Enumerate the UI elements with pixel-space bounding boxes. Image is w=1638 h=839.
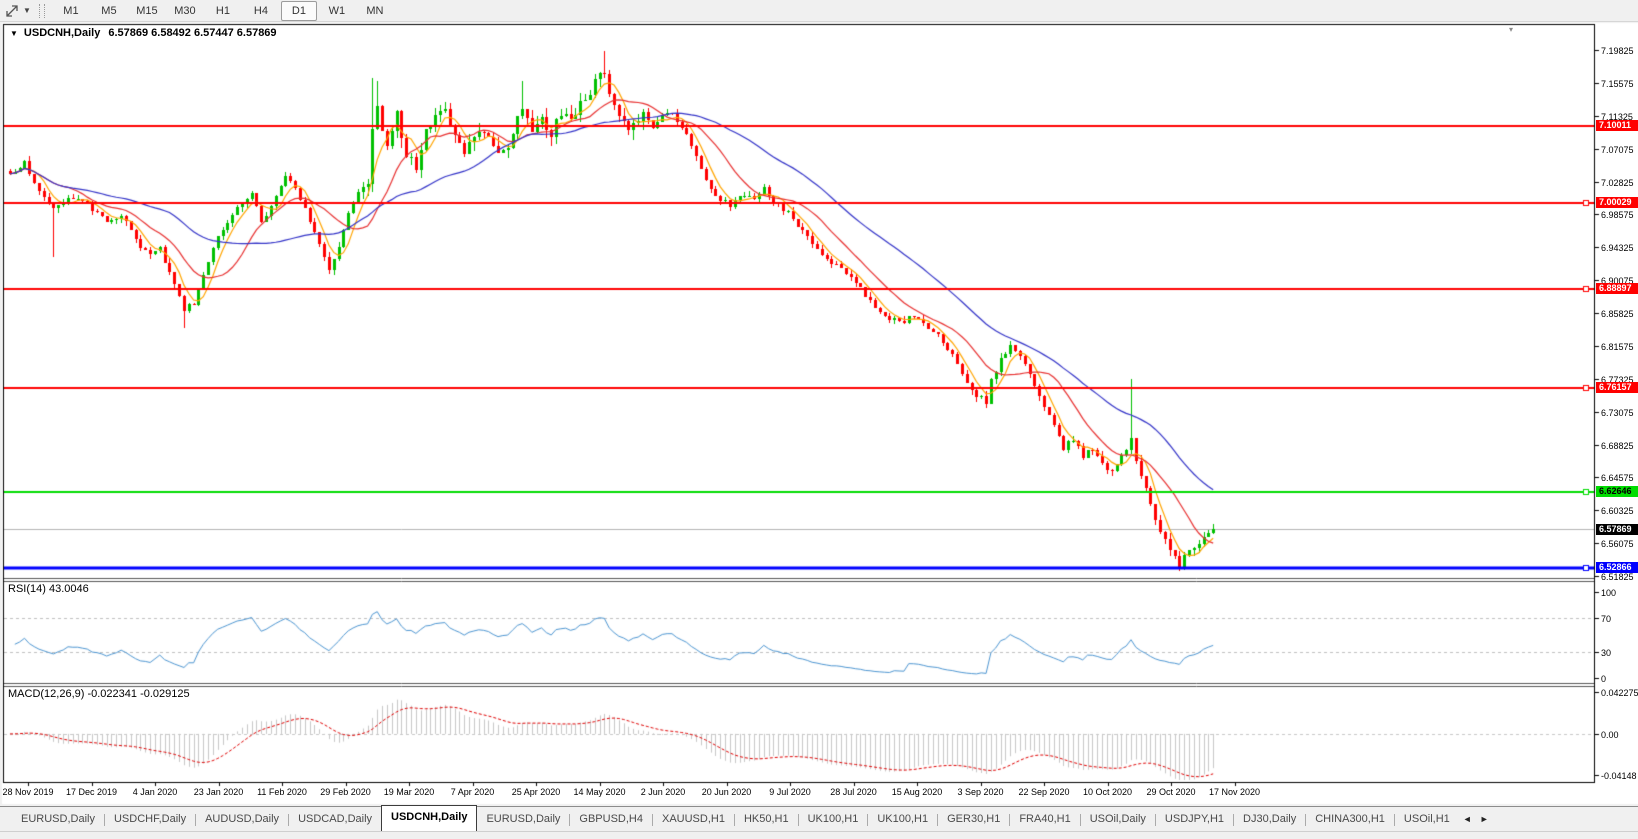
chart-tab-CHINA300-H1[interactable]: CHINA300,H1 xyxy=(1306,809,1394,831)
chart-symbol-label: USDCNH,Daily xyxy=(24,27,100,39)
chart-tab-EURUSD-Daily[interactable]: EURUSD,Daily xyxy=(12,809,104,831)
hline-price-tag-7.10011[interactable]: 7.10011 xyxy=(1596,120,1638,131)
chart-ohlc-values: 6.57869 6.58492 6.57447 6.57869 xyxy=(108,27,276,39)
tab-scroll-right-icon[interactable]: ► xyxy=(1476,809,1493,831)
rsi-axis-label: 30 xyxy=(1601,648,1611,658)
chart-tab-HK50-H1[interactable]: HK50,H1 xyxy=(735,809,798,831)
macd-axis-label: 0.042275 xyxy=(1601,688,1638,698)
price-axis-label: 6.98575 xyxy=(1601,210,1634,220)
timeframe-button-D1[interactable]: D1 xyxy=(281,1,317,21)
rsi-indicator-label: RSI(14) 43.0046 xyxy=(8,583,89,595)
chart-tab-USDCNH-Daily[interactable]: USDCNH,Daily xyxy=(381,805,477,831)
chart-tab-UK100-H1[interactable]: UK100,H1 xyxy=(799,809,868,831)
timeframe-button-M5[interactable]: M5 xyxy=(91,1,127,21)
macd-axis-label: -0.04148 xyxy=(1601,771,1637,781)
chart-tab-bar: EURUSD,DailyUSDCHF,DailyAUDUSD,DailyUSDC… xyxy=(0,806,1638,831)
hline-price-tag-6.52866[interactable]: 6.52866 xyxy=(1596,562,1638,573)
timeframe-button-M30[interactable]: M30 xyxy=(167,1,203,21)
price-axis-label: 6.94325 xyxy=(1601,243,1634,253)
mt4-window: ▼ M1M5M15M30H1H4D1W1MN ▼ USDCNH,Daily 6.… xyxy=(0,0,1638,838)
price-axis-label: 7.19825 xyxy=(1601,46,1634,56)
price-axis-label: 7.02825 xyxy=(1601,178,1634,188)
top-toolbar: ▼ M1M5M15M30H1H4D1W1MN xyxy=(0,0,1638,22)
chart-tab-USDCAD-Daily[interactable]: USDCAD,Daily xyxy=(289,809,381,831)
chart-tab-DJ30-Daily[interactable]: DJ30,Daily xyxy=(1234,809,1305,831)
price-axis-label: 6.73075 xyxy=(1601,408,1634,418)
rsi-axis-label: 0 xyxy=(1601,674,1606,684)
chart-tab-USDJPY-H1[interactable]: USDJPY,H1 xyxy=(1156,809,1233,831)
chevron-down-icon: ▼ xyxy=(23,6,31,15)
price-axis-label: 6.51825 xyxy=(1601,572,1634,582)
chart-tab-GBPUSD-H4[interactable]: GBPUSD,H4 xyxy=(570,809,652,831)
chart-tab-USOil-H1[interactable]: USOil,H1 xyxy=(1395,809,1459,831)
rsi-axis-label: 100 xyxy=(1601,588,1616,598)
timeframe-button-H4[interactable]: H4 xyxy=(243,1,279,21)
hline-price-tag-6.76157[interactable]: 6.76157 xyxy=(1596,382,1638,393)
price-axis-label: 6.64575 xyxy=(1601,473,1634,483)
one-click-trading-arrow[interactable]: ▼ xyxy=(10,29,18,38)
price-axis-label: 7.07075 xyxy=(1601,145,1634,155)
chart-tab-XAUUSD-H1[interactable]: XAUUSD,H1 xyxy=(653,809,734,831)
timeframe-button-M15[interactable]: M15 xyxy=(129,1,165,21)
hline-price-tag-6.88897[interactable]: 6.88897 xyxy=(1596,283,1638,294)
chart-title: ▼ USDCNH,Daily 6.57869 6.58492 6.57447 6… xyxy=(10,27,277,39)
chart-tab-AUDUSD-Daily[interactable]: AUDUSD,Daily xyxy=(196,809,288,831)
rsi-axis-label: 70 xyxy=(1601,614,1611,624)
chart-shift-marker[interactable]: ▾ xyxy=(1509,25,1513,34)
timeframe-button-M1[interactable]: M1 xyxy=(53,1,89,21)
price-axis-label: 6.60325 xyxy=(1601,506,1634,516)
chart-tab-USOil-Daily[interactable]: USOil,Daily xyxy=(1081,809,1155,831)
timeframe-button-group: M1M5M15M30H1H4D1W1MN xyxy=(52,1,394,21)
hline-price-tag-6.62646[interactable]: 6.62646 xyxy=(1596,486,1638,497)
chart-tab-GER30-H1[interactable]: GER30,H1 xyxy=(938,809,1009,831)
chart-tab-UK100-H1[interactable]: UK100,H1 xyxy=(868,809,937,831)
toolbar-grip[interactable] xyxy=(39,4,45,18)
chart-tab-EURUSD-Daily[interactable]: EURUSD,Daily xyxy=(477,809,569,831)
timeframe-button-W1[interactable]: W1 xyxy=(319,1,355,21)
price-axis-label: 6.85825 xyxy=(1601,309,1634,319)
price-axis-label: 6.68825 xyxy=(1601,441,1634,451)
price-chart-canvas[interactable] xyxy=(0,0,1638,812)
hline-price-tag-7.00029[interactable]: 7.00029 xyxy=(1596,197,1638,208)
price-axis-label: 7.15575 xyxy=(1601,79,1634,89)
timeframe-button-H1[interactable]: H1 xyxy=(205,1,241,21)
macd-indicator-label: MACD(12,26,9) -0.022341 -0.029125 xyxy=(8,688,190,700)
cursor-tools-icon[interactable]: ▼ xyxy=(0,4,34,18)
price-axis-label: 6.56075 xyxy=(1601,539,1634,549)
tab-scroll-left-icon[interactable]: ◄ xyxy=(1459,809,1476,831)
date-axis-label: 17 Nov 2020 xyxy=(1190,787,1280,797)
price-axis-label: 6.81575 xyxy=(1601,342,1634,352)
macd-axis-label: 0.00 xyxy=(1601,730,1619,740)
timeframe-button-MN[interactable]: MN xyxy=(357,1,393,21)
current-price-tag: 6.57869 xyxy=(1596,524,1638,535)
chart-tab-USDCHF-Daily[interactable]: USDCHF,Daily xyxy=(105,809,195,831)
chart-tab-FRA40-H1[interactable]: FRA40,H1 xyxy=(1010,809,1079,831)
